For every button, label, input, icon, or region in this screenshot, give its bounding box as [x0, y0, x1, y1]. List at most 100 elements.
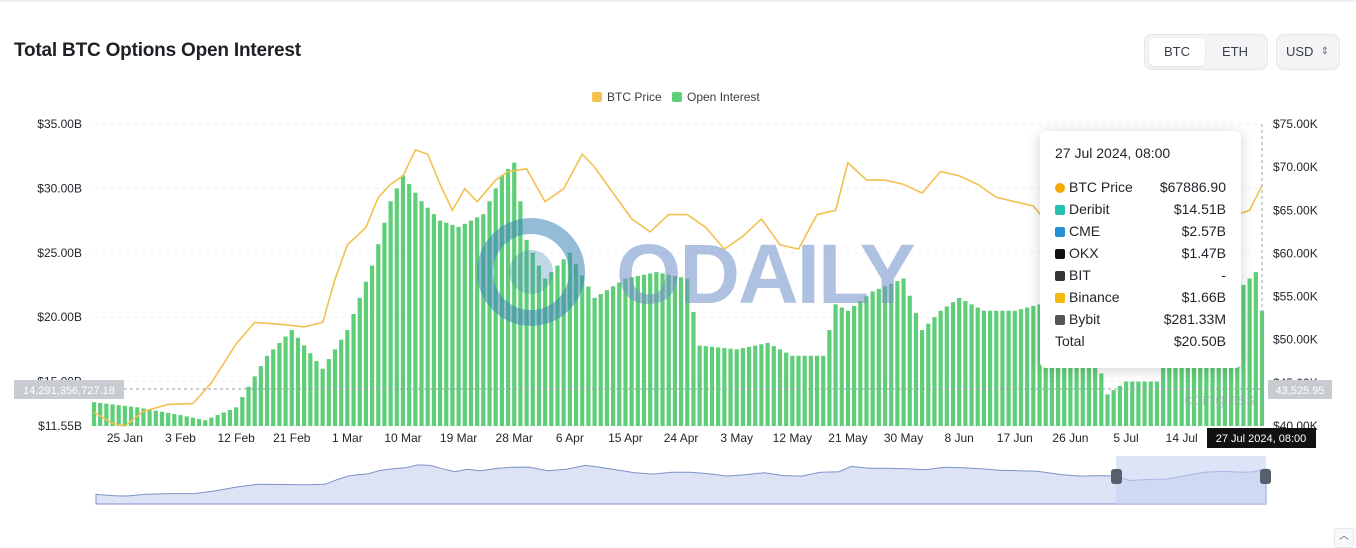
- open-interest-bar: [277, 342, 282, 426]
- open-interest-bar: [357, 297, 362, 426]
- open-interest-bar: [709, 346, 715, 426]
- open-interest-bar: [833, 304, 838, 426]
- open-interest-bar: [1111, 390, 1116, 426]
- open-interest-bar: [1099, 373, 1104, 426]
- bit-icon: [1055, 271, 1065, 281]
- chart-legend: BTC Price Open Interest: [592, 90, 760, 104]
- open-interest-bar: [153, 410, 158, 426]
- open-interest-bar: [376, 244, 381, 426]
- open-interest-bar: [475, 217, 480, 426]
- tooltip-row-bit: BIT -: [1055, 264, 1226, 286]
- open-interest-bar: [196, 418, 202, 426]
- open-interest-bar: [549, 272, 554, 426]
- open-interest-bar: [1105, 394, 1110, 426]
- open-interest-bar: [1117, 385, 1122, 426]
- open-interest-bar: [821, 355, 826, 426]
- open-interest-bar: [555, 265, 560, 426]
- cme-icon: [1055, 227, 1065, 237]
- tooltip-row-binance: Binance $1.66B: [1055, 286, 1226, 308]
- open-interest-bar: [771, 346, 776, 426]
- open-interest-bar: [845, 310, 851, 426]
- open-interest-bar: [326, 359, 331, 426]
- open-interest-bar: [1031, 305, 1036, 426]
- open-interest-bar: [746, 346, 752, 426]
- open-interest-bar: [827, 330, 832, 426]
- open-interest-bar: [957, 297, 962, 426]
- open-interest-bar: [320, 368, 325, 426]
- open-interest-bar: [419, 201, 424, 426]
- tooltip-label: OKX: [1069, 245, 1099, 261]
- open-interest-bar: [400, 175, 406, 426]
- right-tick-label: $65.00K: [1273, 203, 1318, 217]
- open-interest-bar: [190, 417, 195, 426]
- open-interest-bar: [234, 407, 239, 426]
- navigator-right-handle[interactable]: [1260, 469, 1271, 484]
- open-interest-bar: [926, 323, 931, 426]
- open-interest-bar: [394, 188, 399, 426]
- open-interest-bar: [913, 312, 919, 426]
- open-interest-bar: [456, 227, 461, 426]
- x-tick-label: 3 Feb: [165, 431, 196, 445]
- open-interest-bar: [839, 307, 844, 426]
- chevron-up-icon[interactable]: ︿: [1334, 528, 1354, 548]
- open-interest-bar: [734, 349, 739, 426]
- open-interest-bar: [431, 214, 436, 426]
- tooltip-row-cme: CME $2.57B: [1055, 220, 1226, 242]
- open-interest-bar: [598, 294, 603, 426]
- open-interest-bar: [808, 355, 813, 426]
- tooltip-row-okx: OKX $1.47B: [1055, 242, 1226, 264]
- tooltip-total-label: Total: [1055, 333, 1085, 349]
- open-interest-bar: [283, 336, 288, 426]
- open-interest-bar: [1142, 381, 1147, 426]
- open-interest-bar: [586, 286, 591, 426]
- x-tick-label: 5 Jul: [1113, 431, 1138, 445]
- open-interest-bar: [994, 310, 999, 426]
- open-interest-bar: [950, 302, 956, 426]
- open-interest-bar: [580, 275, 585, 426]
- open-interest-bar: [765, 342, 770, 426]
- open-interest-bar: [1148, 381, 1153, 426]
- tooltip-value: -: [1221, 267, 1226, 283]
- tooltip-value: $2.57B: [1181, 223, 1226, 239]
- open-interest-bar: [227, 409, 233, 426]
- x-tick-label: 8 Jun: [945, 431, 974, 445]
- right-tick-label: $75.00K: [1273, 117, 1318, 131]
- legend-label-open-interest: Open Interest: [687, 90, 760, 104]
- x-tick-label: 1 Mar: [332, 431, 363, 445]
- tooltip-row-deribit: Deribit $14.51B: [1055, 198, 1226, 220]
- open-interest-bar: [728, 348, 733, 426]
- range-navigator[interactable]: [95, 456, 1271, 505]
- crosshair-left-label: 14,291,356,727.18: [14, 380, 124, 399]
- open-interest-bar: [339, 339, 344, 426]
- open-interest-bar: [487, 201, 492, 426]
- open-interest-bar: [697, 345, 702, 426]
- open-interest-bar: [209, 417, 214, 426]
- open-interest-bar: [1018, 309, 1024, 426]
- x-tick-label: 21 May: [828, 431, 867, 445]
- tooltip-value: $67886.90: [1159, 179, 1226, 195]
- x-tick-label: 10 Mar: [384, 431, 421, 445]
- open-interest-bar: [425, 207, 430, 426]
- open-interest-bar: [382, 222, 387, 426]
- open-interest-bar: [703, 346, 708, 426]
- navigator-left-handle[interactable]: [1111, 469, 1122, 484]
- open-interest-bar: [351, 313, 356, 426]
- open-interest-bar: [166, 412, 171, 426]
- open-interest-bar: [302, 345, 307, 426]
- open-interest-bar: [740, 348, 745, 426]
- open-interest-bar: [450, 224, 455, 426]
- deribit-icon: [1055, 205, 1065, 215]
- open-interest-bar: [777, 349, 783, 426]
- open-interest-bar: [240, 397, 245, 426]
- x-tick-label: 19 Mar: [440, 431, 477, 445]
- binance-icon: [1055, 293, 1065, 303]
- crosshair-right-label: 43,525.95: [1268, 380, 1332, 399]
- tooltip-value: $14.51B: [1173, 201, 1226, 217]
- x-axis: 25 Jan 3 Feb 12 Feb 21 Feb 1 Mar 10 Mar 19 Mar…: [107, 431, 1198, 445]
- open-interest-bar: [178, 415, 183, 426]
- watermark-text: ODAILY: [616, 227, 915, 321]
- open-interest-bar: [1136, 381, 1141, 426]
- open-interest-bar: [963, 301, 968, 426]
- open-interest-bar: [790, 355, 795, 426]
- open-interest-bar: [462, 223, 467, 426]
